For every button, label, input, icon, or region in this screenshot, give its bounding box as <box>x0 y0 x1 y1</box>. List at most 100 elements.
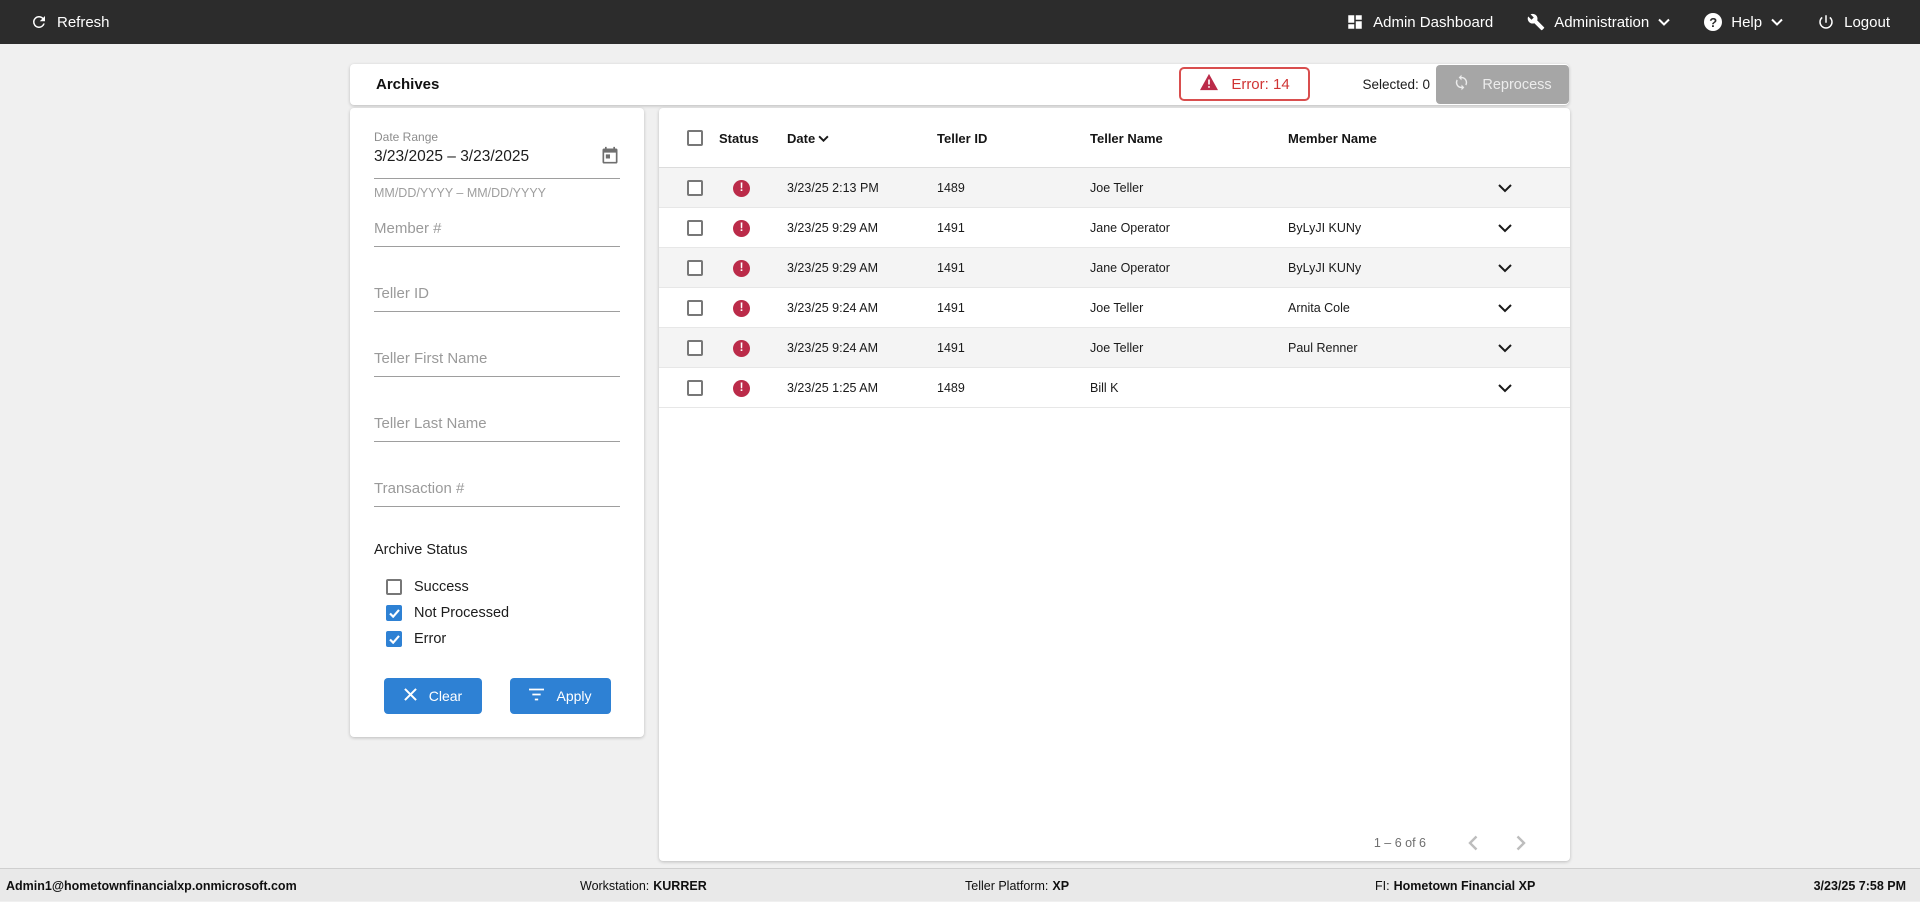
row-checkbox[interactable] <box>687 180 703 196</box>
help-menu[interactable]: ? Help <box>1704 13 1783 31</box>
transaction-number-field[interactable]: Transaction # <box>374 480 464 497</box>
column-header-teller-id[interactable]: Teller ID <box>937 108 987 168</box>
reprocess-label: Reprocess <box>1482 76 1552 93</box>
cell-member-name: Paul Renner <box>1288 341 1358 355</box>
cell-date: 3/23/25 2:13 PM <box>787 181 879 195</box>
checkbox-unchecked[interactable] <box>386 579 402 595</box>
cell-teller-name: Bill K <box>1090 381 1119 395</box>
checkbox-checked[interactable] <box>386 605 402 621</box>
select-all-checkbox[interactable] <box>687 130 703 146</box>
teller-first-name-field[interactable]: Teller First Name <box>374 350 487 367</box>
warning-triangle-icon <box>1199 73 1219 96</box>
help-label: Help <box>1731 13 1763 31</box>
workstation-label: Workstation: <box>580 878 650 893</box>
table-row[interactable]: ! 3/23/25 2:13 PM 1489 Joe Teller <box>659 168 1570 208</box>
column-header-status[interactable]: Status <box>719 108 759 168</box>
power-icon <box>1817 13 1835 31</box>
date-range-underline <box>374 178 620 179</box>
member-number-field[interactable]: Member # <box>374 220 442 237</box>
workstation-value: KURRER <box>653 878 707 893</box>
teller-id-field[interactable]: Teller ID <box>374 285 429 302</box>
row-expand-chevron-icon[interactable] <box>1498 248 1512 288</box>
page-title: Archives <box>376 76 440 93</box>
administration-menu[interactable]: Administration <box>1527 13 1670 31</box>
chevron-down-icon <box>1771 18 1783 26</box>
archive-status-label: Archive Status <box>374 542 468 558</box>
checkbox-label: Error <box>414 631 447 647</box>
row-checkbox[interactable] <box>687 380 703 396</box>
cell-teller-name: Joe Teller <box>1090 341 1144 355</box>
checkbox-checked[interactable] <box>386 631 402 647</box>
teller-last-name-field[interactable]: Teller Last Name <box>374 415 487 432</box>
archives-table: Status Date Teller ID Teller Name Member… <box>659 108 1570 861</box>
date-range-input[interactable]: 3/23/2025 – 3/23/2025 <box>374 148 529 166</box>
next-page-icon[interactable] <box>1514 835 1528 851</box>
table-row[interactable]: ! 3/23/25 9:29 AM 1491 Jane Operator ByLyJI … <box>659 208 1570 248</box>
row-expand-chevron-icon[interactable] <box>1498 328 1512 368</box>
table-row[interactable]: ! 3/23/25 9:29 AM 1491 Jane Operator ByLyJI … <box>659 248 1570 288</box>
row-checkbox[interactable] <box>687 300 703 316</box>
pagination: 1 – 6 of 6 <box>1374 835 1528 851</box>
archive-status-option[interactable]: Not Processed <box>386 600 606 626</box>
cell-teller-id: 1491 <box>937 301 965 315</box>
cell-teller-id: 1491 <box>937 261 965 275</box>
admin-dashboard-label: Admin Dashboard <box>1373 13 1494 31</box>
table-row[interactable]: ! 3/23/25 1:25 AM 1489 Bill K <box>659 368 1570 408</box>
column-header-date[interactable]: Date <box>787 108 829 168</box>
table-row[interactable]: ! 3/23/25 9:24 AM 1491 Joe Teller Paul Renne… <box>659 328 1570 368</box>
reprocess-button[interactable]: Reprocess <box>1436 65 1569 104</box>
error-status-icon: ! <box>733 179 750 197</box>
fi-value: Hometown Financial XP <box>1393 878 1536 893</box>
sort-desc-icon <box>818 135 829 142</box>
row-checkbox[interactable] <box>687 220 703 236</box>
help-icon: ? <box>1704 13 1723 31</box>
archive-status-option[interactable]: Error <box>386 626 606 652</box>
previous-page-icon[interactable] <box>1466 835 1480 851</box>
cell-teller-id: 1489 <box>937 181 965 195</box>
error-badge-label: Error: 14 <box>1231 75 1290 93</box>
table-row[interactable]: ! 3/23/25 9:24 AM 1491 Joe Teller Arnita Col… <box>659 288 1570 328</box>
error-status-icon: ! <box>733 299 750 317</box>
column-header-teller-name[interactable]: Teller Name <box>1090 108 1163 168</box>
wrench-icon <box>1527 13 1545 31</box>
transaction-underline <box>374 506 620 507</box>
platform-value: XP <box>1052 878 1070 893</box>
chevron-down-icon <box>1658 18 1670 26</box>
teller-first-underline <box>374 376 620 377</box>
apply-button[interactable]: Apply <box>510 678 611 714</box>
calendar-icon[interactable] <box>600 146 620 166</box>
filter-icon <box>529 688 545 704</box>
archive-status-options: Success Not Processed Error <box>386 574 606 652</box>
archive-status-option[interactable]: Success <box>386 574 606 600</box>
clear-button[interactable]: Clear <box>384 678 482 714</box>
topbar-right-nav: Admin Dashboard Administration ? Help Lo… <box>1346 13 1890 31</box>
error-count-badge[interactable]: Error: 14 <box>1179 67 1310 101</box>
cell-teller-id: 1491 <box>937 341 965 355</box>
date-range-hint: MM/DD/YYYY – MM/DD/YYYY <box>374 186 547 200</box>
row-checkbox[interactable] <box>687 260 703 276</box>
checkbox-label: Not Processed <box>414 605 510 621</box>
cell-teller-name: Jane Operator <box>1090 261 1170 275</box>
row-expand-chevron-icon[interactable] <box>1498 368 1512 408</box>
logged-in-user: Admin1@hometownfinancialxp.onmicrosoft.c… <box>6 878 297 893</box>
cell-teller-id: 1491 <box>937 221 965 235</box>
row-expand-chevron-icon[interactable] <box>1498 208 1512 248</box>
refresh-button[interactable]: Refresh <box>30 13 110 31</box>
row-expand-chevron-icon[interactable] <box>1498 168 1512 208</box>
column-header-member-name[interactable]: Member Name <box>1288 108 1377 168</box>
cell-date: 3/23/25 9:29 AM <box>787 261 879 275</box>
cell-member-name: ByLyJI KUNy <box>1288 261 1362 275</box>
row-expand-chevron-icon[interactable] <box>1498 288 1512 328</box>
apply-label: Apply <box>556 688 592 704</box>
financial-institution-info: FI: Hometown Financial XP <box>1375 869 1535 902</box>
logout-button[interactable]: Logout <box>1817 13 1890 31</box>
current-datetime: 3/23/25 7:58 PM <box>1813 878 1906 893</box>
clear-label: Clear <box>428 688 463 704</box>
dashboard-icon <box>1346 13 1364 31</box>
topbar: Refresh Admin Dashboard Administration ?… <box>0 0 1920 44</box>
admin-dashboard-button[interactable]: Admin Dashboard <box>1346 13 1493 31</box>
row-checkbox[interactable] <box>687 340 703 356</box>
pagination-range: 1 – 6 of 6 <box>1373 836 1426 850</box>
cell-teller-name: Joe Teller <box>1090 181 1144 195</box>
cell-date: 3/23/25 9:24 AM <box>787 341 879 355</box>
